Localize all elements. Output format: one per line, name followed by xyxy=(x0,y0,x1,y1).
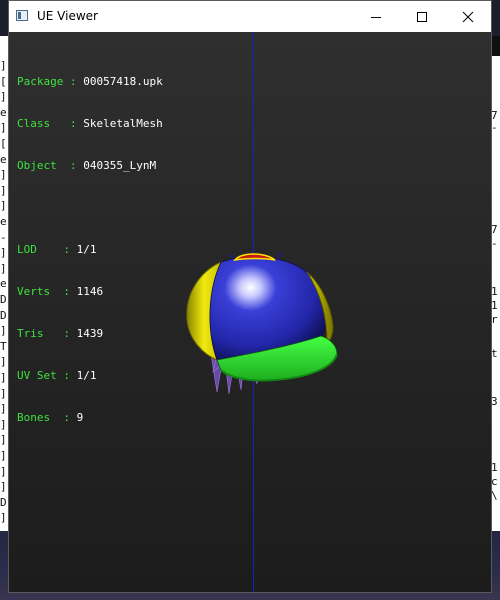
close-button[interactable] xyxy=(445,1,491,32)
3d-viewport[interactable]: Package : 00057418.upk Class : SkeletalM… xyxy=(9,32,491,592)
background-char: 3 xyxy=(491,395,498,408)
maximize-button[interactable] xyxy=(399,1,445,32)
minimize-icon xyxy=(371,16,381,18)
skeletal-mesh-cap xyxy=(186,251,338,395)
close-icon xyxy=(462,11,474,22)
bones-label: Bones xyxy=(17,411,51,424)
ue-viewer-window: UE Viewer Package : 00057418.upk Class :… xyxy=(8,0,492,593)
background-char: r xyxy=(491,313,498,326)
background-char: 1 xyxy=(491,461,498,474)
class-value: SkeletalMesh xyxy=(83,117,163,130)
window-title: UE Viewer xyxy=(37,9,98,23)
verts-value: 1146 xyxy=(76,285,104,298)
cap-top-button xyxy=(233,253,276,262)
lod-label: LOD xyxy=(17,243,37,256)
background-char: \ xyxy=(491,489,498,502)
lod-value: 1/1 xyxy=(76,243,97,256)
background-char: 1 xyxy=(491,299,498,312)
class-label: Class xyxy=(17,117,51,130)
mesh-info-panel: Package : 00057418.upk Class : SkeletalM… xyxy=(17,75,163,424)
uvset-value: 1/1 xyxy=(76,369,97,382)
background-char: - xyxy=(491,121,498,134)
title-bar[interactable]: UE Viewer xyxy=(9,1,491,32)
object-value: 040355_LynM xyxy=(83,159,157,172)
minimize-button[interactable] xyxy=(353,1,399,32)
verts-label: Verts xyxy=(17,285,51,298)
object-label: Object xyxy=(17,159,57,172)
package-label: Package xyxy=(17,75,64,88)
app-icon xyxy=(16,10,28,21)
package-value: 00057418.upk xyxy=(83,75,163,88)
background-char: 7 xyxy=(491,223,498,236)
tris-label: Tris xyxy=(17,327,44,340)
maximize-icon xyxy=(417,11,427,22)
background-char: 1 xyxy=(491,285,498,298)
uvset-label: UV Set xyxy=(17,369,57,382)
bones-value: 9 xyxy=(76,411,84,424)
background-char: - xyxy=(491,237,498,250)
background-char: c xyxy=(491,475,498,488)
background-char: t xyxy=(491,347,498,360)
tris-value: 1439 xyxy=(76,327,104,340)
